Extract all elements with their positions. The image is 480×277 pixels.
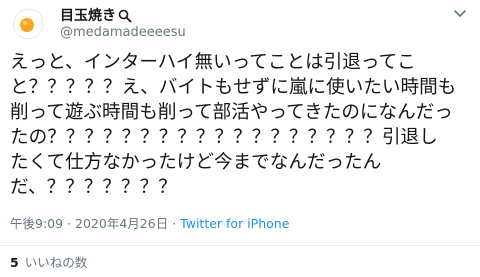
- fried-egg-icon: [13, 8, 44, 40]
- tweet-card: 目玉焼き @medamadeeeesu えっと、インターハイ無いってことは引退っ…: [0, 0, 480, 277]
- meta-separator: ·: [67, 216, 72, 231]
- chevron-down-icon[interactable]: [454, 10, 466, 18]
- tweet-source-link[interactable]: Twitter for iPhone: [180, 216, 289, 231]
- tweet-time[interactable]: 午後9:09: [10, 216, 63, 231]
- avatar[interactable]: [10, 6, 46, 42]
- meta-separator: ·: [172, 216, 177, 231]
- divider: [0, 245, 480, 246]
- tweet-date[interactable]: 2020年4月26日: [75, 216, 168, 231]
- tweet-text-line: 削って遊ぶ時間も削って部活やってきたのになんだっ: [10, 102, 453, 123]
- tweet-text-line: たくて仕方なかったけど今までなんだったん: [10, 152, 382, 173]
- tweet-text-line: えっと、インターハイ無いってことは引退ってこ: [10, 52, 416, 73]
- likes-count: 5: [10, 255, 19, 270]
- author-display-name[interactable]: 目玉焼き: [60, 6, 116, 26]
- tweet-text-line: と？？？？？え、バイトもせずに嵐に使いたい時間も: [10, 77, 457, 98]
- magnifying-glass-icon: [118, 9, 132, 23]
- tweet-text: えっと、インターハイ無いってことは引退ってこ と？？？？？え、バイトもせずに嵐に…: [10, 50, 476, 200]
- author-handle[interactable]: @medamadeeeesu: [60, 25, 186, 41]
- tweet-text-line: たの？？？？？？？？？？？？？？？？？？引退し: [10, 127, 438, 148]
- author-name-row[interactable]: 目玉焼き: [60, 6, 132, 26]
- likes-stat[interactable]: 5 いいねの数: [10, 255, 87, 271]
- tweet-metadata: 午後9:09 · 2020年4月26日 · Twitter for iPhone: [10, 216, 289, 232]
- tweet-text-line: だ、？？？？？？？: [10, 177, 177, 198]
- likes-label: いいねの数: [24, 255, 88, 270]
